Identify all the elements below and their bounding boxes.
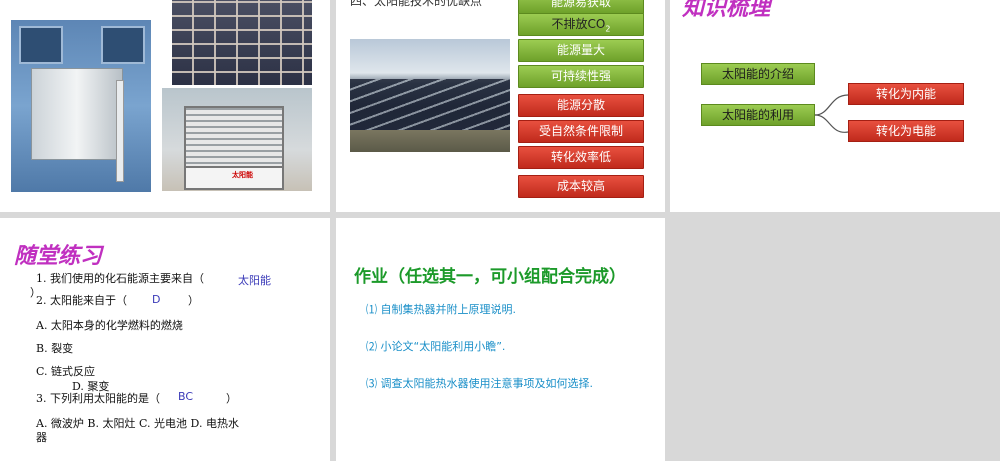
- advantage-2: 不排放CO2: [518, 13, 644, 36]
- node-to-heat: 转化为内能: [848, 83, 964, 105]
- option-2c: C. 链式反应: [36, 365, 96, 378]
- answer-3: BC: [178, 390, 194, 403]
- option-2b: B. 裂变: [36, 342, 74, 355]
- homework-item-1: ⑴ 自制集热器并附上原理说明.: [366, 303, 516, 316]
- advantage-3: 能源量大: [518, 39, 644, 62]
- slide-thumbnail-1[interactable]: 太阳能: [0, 0, 330, 212]
- question-1: 1. 我们使用的化石能源主要来自（: [36, 272, 204, 285]
- unit-logo: 太阳能: [232, 171, 253, 179]
- rooftop-solar-panels-photo: [172, 0, 312, 85]
- slide-thumbnail-2[interactable]: 四、太阳能技术的优缺点 能源易获取 不排放CO2 能源量大 可持续性强 能源分散…: [336, 0, 665, 212]
- answer-2: D: [152, 293, 161, 306]
- advantage-4: 可持续性强: [518, 65, 644, 88]
- empty-grid-cell: [670, 218, 1000, 461]
- advantage-1: 能源易获取: [518, 0, 644, 14]
- solar-field-photo: [350, 39, 510, 152]
- slide-title: 随堂练习: [14, 243, 103, 269]
- slide-title: 知识梳理: [682, 0, 771, 21]
- question-3-close: ）: [226, 392, 237, 405]
- slide-thumbnail-4[interactable]: 随堂练习 1. 我们使用的化石能源主要来自（ 太阳能 ） 2. 太阳能来自于（ …: [0, 218, 330, 461]
- question-3: 3. 下列利用太阳能的是（: [36, 392, 160, 405]
- slide-thumbnail-3[interactable]: 知识梳理 太阳能的介绍 太阳能的利用 转化为内能 转化为电能: [670, 0, 1000, 212]
- disadvantage-1: 能源分散: [518, 94, 644, 117]
- disadvantage-2: 受自然条件限制: [518, 120, 644, 143]
- question-2: 2. 太阳能来自于（: [36, 294, 127, 307]
- slide-title-cut: 四、太阳能技术的优缺点: [350, 0, 483, 8]
- homework-item-3: ⑶ 调查太阳能热水器使用注意事项及如何选择.: [366, 377, 593, 390]
- options-3: A. 微波炉 B. 太阳灶 C. 光电池 D. 电热水: [36, 417, 239, 430]
- disadvantage-4: 成本较高: [518, 175, 644, 198]
- node-to-electricity: 转化为电能: [848, 120, 964, 142]
- homework-item-2: ⑵ 小论文“太阳能利用小瞻”.: [366, 340, 506, 353]
- solar-water-heater-photo: [11, 20, 151, 192]
- question-2-close: ）: [188, 294, 199, 307]
- slide-thumbnail-5[interactable]: 作业（任选其一，可小组配合完成） ⑴ 自制集热器并附上原理说明. ⑵ 小论文“太…: [336, 218, 665, 461]
- option-2a: A. 太阳本身的化学燃料的燃烧: [36, 319, 183, 332]
- homework-title: 作业（任选其一，可小组配合完成）: [354, 267, 626, 287]
- disadvantage-3: 转化效率低: [518, 146, 644, 169]
- node-solar-use: 太阳能的利用: [701, 104, 815, 126]
- solar-unit-photo: 太阳能: [162, 88, 312, 191]
- answer-1: 太阳能: [238, 274, 271, 287]
- node-solar-intro: 太阳能的介绍: [701, 63, 815, 85]
- options-3-wrap: 器: [36, 431, 47, 444]
